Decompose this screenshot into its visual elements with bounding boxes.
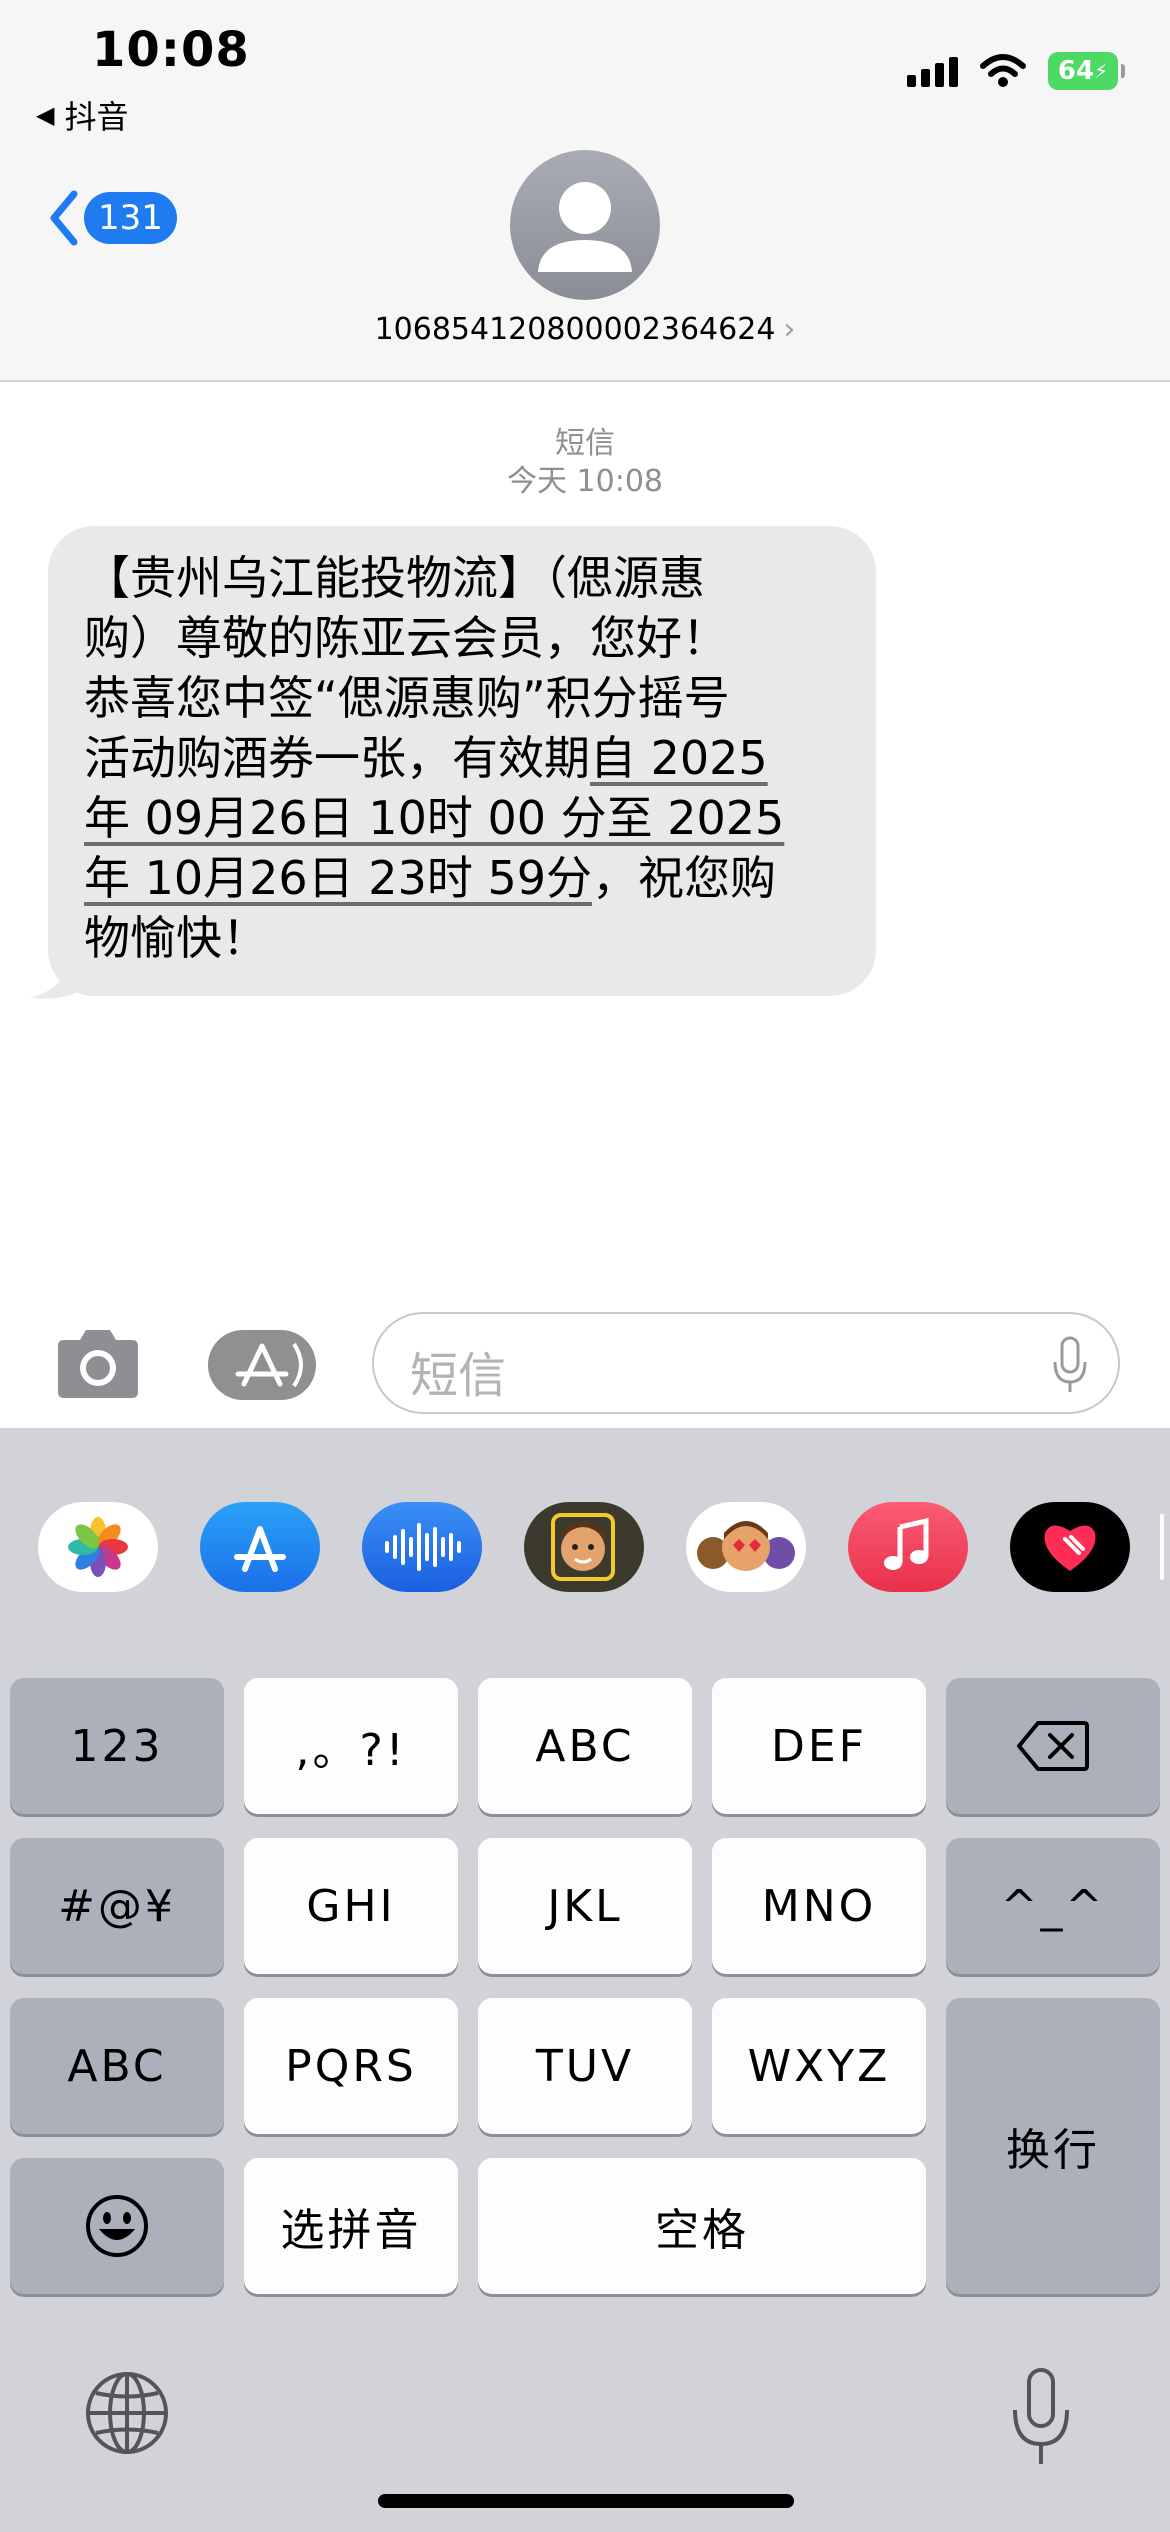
key-abc-switch[interactable]: ABC [10, 1998, 224, 2134]
key-emoticon[interactable]: ^_^ [946, 1838, 1160, 1974]
message-segment: ，祝您购 [592, 851, 776, 905]
status-icons: 64 ⚡ [907, 52, 1125, 90]
message-line-group: 年 10月26日 23时 59分，祝您购 [84, 848, 852, 908]
key-jkl[interactable]: JKL [478, 1838, 692, 1974]
back-button[interactable]: 131 [48, 190, 177, 246]
music-note-icon [884, 1517, 929, 1570]
backspace-icon [1017, 1721, 1089, 1771]
message-timestamp: 今天 10:08 [507, 464, 663, 499]
return-key[interactable]: 换行 [946, 1998, 1160, 2294]
message-line: 【贵州乌江能投物流】（偲源惠 [84, 551, 705, 605]
key-abc[interactable]: ABC [478, 1678, 692, 1814]
smiley-icon [86, 2195, 148, 2257]
battery-charging-icon: 64 ⚡ [1048, 52, 1125, 90]
conversation-header: 10:08 ◀ 抖音 64 ⚡ 131 106854120800002364624… [0, 0, 1170, 382]
dictation-mic-icon[interactable] [1052, 1336, 1088, 1396]
key-punctuation[interactable]: ,。?! [244, 1678, 458, 1814]
waveform-icon [385, 1523, 461, 1571]
contact-name-button[interactable]: 106854120800002364624 › [0, 312, 1170, 347]
app-store-icon [235, 1342, 303, 1388]
delete-key[interactable] [946, 1678, 1160, 1814]
key-tuv[interactable]: TUV [478, 1998, 692, 2134]
keyboard: 123 ,。?! ABC DEF #@¥ GHI JKL MNO ^_^ ABC… [0, 1428, 1170, 2532]
date-link[interactable]: 年 10月26日 23时 59分 [84, 851, 592, 905]
globe-icon[interactable] [82, 2368, 172, 2458]
strip-scroll-indicator [1160, 1514, 1164, 1580]
audio-message-app-icon[interactable] [362, 1502, 482, 1592]
key-pqrs[interactable]: PQRS [244, 1998, 458, 2134]
camera-button[interactable] [52, 1328, 144, 1400]
space-key[interactable]: 空格 [478, 2158, 926, 2294]
key-def[interactable]: DEF [712, 1678, 926, 1814]
person-silhouette-icon [538, 182, 632, 272]
key-symbols[interactable]: #@¥ [10, 1838, 224, 1974]
date-link[interactable]: 年 09月26日 10时 00 分至 2025 [84, 791, 784, 845]
message-line: 物愉快！ [84, 911, 268, 965]
home-indicator[interactable] [378, 2494, 794, 2508]
contact-number: 106854120800002364624 [374, 312, 776, 347]
chevron-right-icon: › [783, 312, 796, 347]
back-triangle-icon: ◀ [36, 101, 55, 129]
back-app-label: 抖音 [64, 98, 129, 136]
photos-app-icon[interactable] [38, 1502, 158, 1592]
memoji-stickers-icon [697, 1521, 795, 1571]
digital-touch-app-icon[interactable] [1010, 1502, 1130, 1592]
message-line: 恭喜您中签“偲源惠购”积分摇号 [84, 671, 730, 725]
received-message-bubble[interactable]: 【贵州乌江能投物流】（偲源惠 购）尊敬的陈亚云会员，您好！ 恭喜您中签“偲源惠购… [48, 526, 876, 996]
date-link[interactable]: 自 2025 [590, 731, 768, 785]
message-line: 购）尊敬的陈亚云会员，您好！ [84, 611, 728, 665]
key-wxyz[interactable]: WXYZ [712, 1998, 926, 2134]
memoji-stickers-app-icon[interactable] [686, 1502, 806, 1592]
heart-touch-icon [1044, 1525, 1096, 1571]
app-store-app-icon[interactable] [200, 1502, 320, 1592]
dictation-mic-key-icon[interactable] [1010, 2366, 1072, 2470]
emoji-key[interactable] [10, 2158, 224, 2294]
message-line-group: 活动购酒券一张，有效期自 2025 [84, 728, 852, 788]
chevron-left-icon [50, 190, 78, 246]
contact-avatar[interactable] [510, 150, 660, 300]
key-123[interactable]: 123 [10, 1678, 224, 1814]
message-input[interactable]: 短信 [372, 1312, 1120, 1414]
message-line-group: 年 09月26日 10时 00 分至 2025 [84, 788, 852, 848]
message-input-placeholder: 短信 [410, 1348, 507, 1404]
status-time: 10:08 [92, 22, 250, 78]
app-store-a-icon [234, 1526, 286, 1572]
key-ghi[interactable]: GHI [244, 1838, 458, 1974]
key-select-pinyin[interactable]: 选拼音 [244, 2158, 458, 2294]
message-segment: 活动购酒券一张，有效期 [84, 731, 590, 785]
wifi-icon [980, 54, 1026, 87]
key-mno[interactable]: MNO [712, 1838, 926, 1974]
unread-count-badge: 131 [84, 192, 177, 244]
imessage-app-strip [0, 1428, 1170, 1664]
music-app-icon[interactable] [848, 1502, 968, 1592]
memoji-app-icon[interactable] [524, 1502, 644, 1592]
back-to-app-link[interactable]: ◀ 抖音 [36, 92, 128, 138]
cellular-signal-icon [907, 55, 958, 87]
app-store-button[interactable] [208, 1330, 316, 1400]
memoji-face-icon [551, 1513, 615, 1581]
photos-flower-icon [68, 1517, 128, 1577]
battery-level: 64 [1057, 56, 1095, 86]
